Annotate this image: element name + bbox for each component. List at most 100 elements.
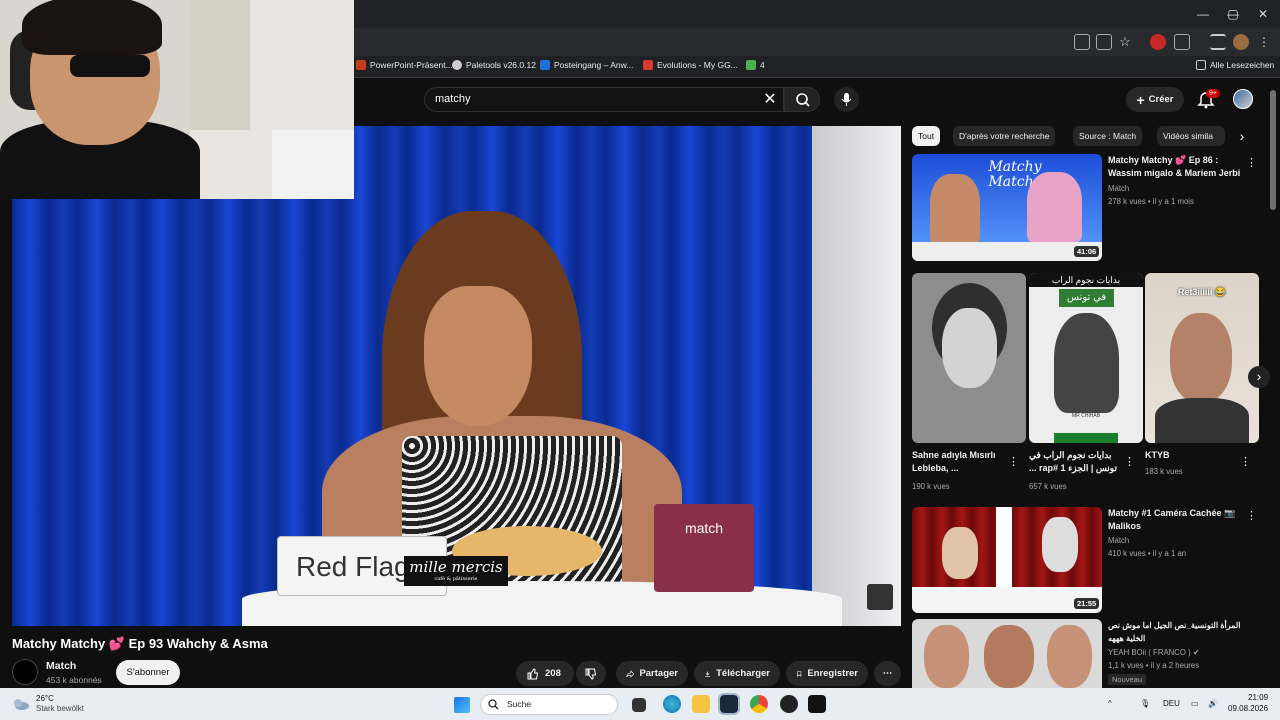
rec-channel-3[interactable]: YEAH BOii ( FRANCO ) ✔ — [1108, 647, 1199, 659]
thumb-person-2 — [984, 625, 1034, 688]
file-explorer-icon[interactable] — [692, 695, 710, 713]
subscriber-count: 453 k abonnés — [46, 675, 102, 685]
rec-thumbnail-2[interactable] — [912, 507, 1102, 613]
short-views-2: 657 k vues — [1029, 482, 1067, 491]
app-icon[interactable] — [780, 695, 798, 713]
channel-name[interactable]: Match — [46, 660, 76, 672]
notifications-badge: 9+ — [1206, 89, 1220, 98]
all-bookmarks[interactable]: Alle Lesezeichen — [1196, 60, 1274, 70]
mic-tray-icon[interactable]: 🎙 — [1140, 699, 1150, 708]
rec-title-3[interactable]: المرأة التونسية_نص الجيل اما موش نص الخل… — [1108, 619, 1244, 645]
thumb-person-1 — [924, 625, 969, 688]
windows-start-icon[interactable] — [454, 697, 470, 713]
more-vert-icon[interactable]: ⋮ — [1240, 455, 1251, 469]
thumbs-up-icon — [527, 667, 539, 679]
chip-all[interactable]: Tout — [912, 126, 941, 146]
subscribe-button[interactable]: S'abonner — [116, 660, 180, 685]
search-icon — [488, 699, 499, 710]
like-button[interactable]: 208 — [516, 661, 574, 686]
new-badge: Nouveau — [1108, 674, 1147, 685]
search-icon — [796, 93, 810, 107]
maximize-button[interactable]: ▢ — [1218, 4, 1248, 24]
volume-icon[interactable]: 🔊 — [1208, 699, 1218, 708]
clear-search-icon[interactable]: ✕ — [760, 90, 780, 110]
cloud-icon — [14, 699, 29, 710]
short-title-2[interactable]: بدايات نجوم الراب في تونس | الجزء 1 #rap… — [1029, 449, 1125, 475]
rec-thumbnail-1[interactable]: Matchy Matchy — [912, 154, 1102, 261]
rec-title-2[interactable]: Matchy #1 Caméra Cachée 📷 Malikos — [1108, 507, 1244, 533]
dislike-button[interactable] — [576, 661, 606, 686]
rec-meta-1: 278 k vues • il y a 1 mois — [1108, 197, 1194, 206]
profile-icon[interactable] — [1233, 34, 1249, 50]
tray-chevron-icon[interactable]: ^ — [1108, 699, 1112, 708]
weather-widget[interactable]: 26°C Stark bewölkt — [12, 694, 84, 714]
share-button[interactable]: Partager — [616, 661, 688, 686]
short-title-3[interactable]: KTYB — [1145, 449, 1235, 462]
bookmark-evolutions[interactable]: Evolutions - My GG... — [643, 60, 738, 70]
bookmark-powerpoint[interactable]: PowerPoint-Präsent... — [356, 60, 453, 70]
star-icon[interactable]: ☆ — [1117, 34, 1133, 50]
video-player[interactable]: Red Flag mille mercis café & pâtisserie m… — [12, 126, 901, 626]
chip-source-match[interactable]: Source : Match — [1073, 126, 1143, 146]
share-icon — [626, 669, 635, 678]
channel-avatar[interactable] — [12, 659, 38, 685]
more-vert-icon[interactable]: ⋮ — [1246, 156, 1257, 170]
menu-icon[interactable]: ⋮ — [1256, 34, 1272, 50]
sunglasses — [70, 55, 150, 77]
short-thumbnail-2[interactable]: بدايات نجوم الراب في تونس MR CHIHAB — [1029, 273, 1143, 443]
mic-icon — [841, 93, 852, 106]
bookmark-paletools[interactable]: Paletools v26.0.12 — [452, 60, 536, 70]
channel-watermark-icon[interactable] — [867, 584, 893, 610]
search-input[interactable]: matchy — [424, 87, 784, 112]
chrome-icon[interactable] — [750, 695, 768, 713]
task-view-icon[interactable] — [632, 698, 646, 712]
plus-icon: + — [1136, 91, 1145, 108]
chip-next-chevron-icon[interactable]: › — [1237, 129, 1247, 143]
rec-channel-2[interactable]: Match — [1108, 535, 1129, 547]
download-button[interactable]: Télécharger — [694, 661, 780, 686]
page-scrollbar[interactable] — [1270, 90, 1276, 210]
voice-search-button[interactable] — [834, 87, 859, 112]
puzzle-icon[interactable] — [1174, 34, 1190, 50]
chip-similar[interactable]: Vidéos simila — [1157, 126, 1225, 146]
translate-icon[interactable] — [1074, 34, 1090, 50]
bookmark-4[interactable]: 4 — [746, 60, 765, 70]
rec-thumbnail-3[interactable] — [912, 619, 1102, 688]
more-vert-icon[interactable]: ⋮ — [1008, 455, 1019, 469]
language-indicator[interactable]: DEU — [1163, 699, 1180, 708]
network-icon[interactable]: ▭ — [1191, 699, 1199, 708]
thumbs-down-icon — [585, 668, 597, 680]
short-thumbnail-1[interactable] — [912, 273, 1026, 443]
more-vert-icon[interactable]: ⋮ — [1124, 455, 1135, 469]
lightning-icon — [746, 60, 756, 70]
thumb-person-left — [942, 527, 978, 579]
minimize-button[interactable]: — — [1188, 4, 1218, 24]
rec-channel-1[interactable]: Match — [1108, 183, 1129, 195]
edge-icon[interactable] — [663, 695, 681, 713]
thumb-face — [1170, 313, 1232, 403]
thumb-overlay-top: Ret3iiiiii 😂 — [1177, 287, 1227, 297]
system-clock[interactable]: 21:09 09.08.2026 — [1228, 692, 1268, 714]
bookmark-posteingang[interactable]: Posteingang – Anw... — [540, 60, 633, 70]
short-thumbnail-3[interactable]: Ret3iiiiii 😂 — [1145, 273, 1259, 443]
steam-icon[interactable] — [718, 693, 740, 715]
close-window-button[interactable]: ✕ — [1248, 4, 1278, 24]
rec-title-1[interactable]: Matchy Matchy 💕 Ep 86 : Wassim migalo & … — [1108, 154, 1244, 180]
create-button[interactable]: + Créer — [1126, 87, 1184, 112]
reading-list-icon[interactable] — [1210, 34, 1226, 50]
more-actions-button[interactable]: ⋯ — [874, 661, 901, 686]
taskbar-search-input[interactable]: Suche — [480, 694, 618, 715]
save-button[interactable]: Enregistrer — [786, 661, 868, 686]
search-button[interactable] — [784, 87, 820, 112]
account-avatar[interactable] — [1233, 89, 1253, 109]
terminal-icon[interactable] — [808, 695, 826, 713]
short-title-1[interactable]: Sahne adıyla Mısırlı Lebleba, ... — [912, 449, 1006, 475]
bookmark-icon — [797, 670, 802, 677]
more-vert-icon[interactable]: ⋮ — [1246, 509, 1257, 523]
extension-icon[interactable] — [1150, 34, 1166, 50]
shorts-next-chevron-icon[interactable]: › — [1248, 366, 1270, 388]
duration-badge: 21:55 — [1074, 598, 1100, 609]
cast-icon[interactable] — [1096, 34, 1112, 50]
short-views-3: 183 k vues — [1145, 467, 1183, 476]
chip-from-search[interactable]: D'après votre recherche — [953, 126, 1056, 146]
